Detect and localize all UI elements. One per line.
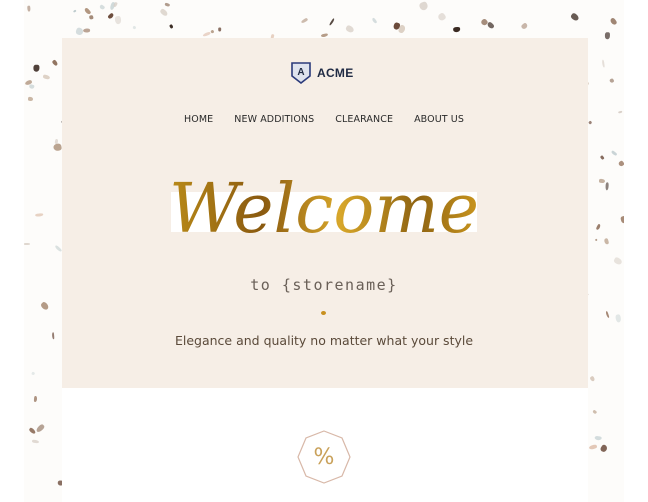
terrazzo-chip [371, 17, 378, 24]
terrazzo-chip [599, 154, 605, 160]
welcome-text: Welcome [171, 170, 477, 242]
nav-new-additions[interactable]: NEW ADDITIONS [234, 114, 314, 125]
terrazzo-chip [114, 15, 122, 25]
terrazzo-chip [569, 12, 580, 22]
terrazzo-chip [26, 5, 31, 12]
terrazzo-chip [107, 12, 115, 20]
terrazzo-chip [328, 17, 335, 26]
terrazzo-chip [210, 29, 215, 34]
terrazzo-chip [159, 7, 170, 17]
terrazzo-chip [452, 26, 461, 33]
terrazzo-chip [594, 238, 598, 242]
terrazzo-chip [419, 0, 430, 11]
nav-home[interactable]: HOME [184, 114, 213, 125]
terrazzo-chip [520, 22, 529, 30]
terrazzo-chip [617, 110, 623, 114]
terrazzo-chip [82, 28, 91, 33]
welcome-headline: Welcome [171, 170, 477, 242]
terrazzo-chip [88, 14, 94, 20]
terrazzo-chip [601, 60, 605, 68]
terrazzo-chip [598, 178, 606, 184]
shield-icon: A [291, 62, 311, 84]
terrazzo-chip [28, 427, 37, 435]
terrazzo-chip [113, 1, 119, 8]
terrazzo-chip [614, 314, 622, 324]
terrazzo-chip [345, 24, 355, 34]
discount-badge[interactable]: % [297, 430, 351, 484]
terrazzo-chip [53, 142, 63, 151]
terrazzo-chip [617, 159, 624, 167]
terrazzo-chip [588, 444, 598, 451]
terrazzo-chip [591, 409, 598, 415]
terrazzo-chip [84, 7, 92, 15]
terrazzo-chip [168, 24, 175, 30]
store-tagline: to {storename} [250, 276, 398, 294]
terrazzo-chip [72, 9, 77, 14]
terrazzo-chip [436, 11, 447, 23]
hero-subline: Elegance and quality no matter what your… [174, 333, 474, 348]
terrazzo-chip [28, 84, 35, 90]
nav-about-us[interactable]: ABOUT US [414, 114, 464, 125]
terrazzo-chip [32, 64, 40, 72]
terrazzo-chip [619, 216, 624, 224]
terrazzo-chip [605, 181, 609, 191]
terrazzo-chip [589, 375, 596, 382]
terrazzo-chip [609, 17, 618, 26]
brand-name: ACME [317, 66, 354, 80]
main-nav: HOME NEW ADDITIONS CLEARANCE ABOUT US [0, 114, 648, 125]
percent-icon: % [313, 444, 335, 470]
terrazzo-chip [31, 371, 35, 375]
terrazzo-chip [605, 310, 610, 319]
terrazzo-chip [218, 27, 222, 32]
terrazzo-chip [35, 423, 46, 433]
terrazzo-chip [596, 223, 602, 230]
terrazzo-chip [610, 150, 618, 156]
terrazzo-chip [24, 242, 30, 246]
terrazzo-chip [604, 32, 610, 40]
terrazzo-chip [132, 25, 136, 29]
terrazzo-chip [594, 435, 602, 441]
terrazzo-chip [202, 31, 211, 38]
terrazzo-chip [609, 77, 615, 84]
terrazzo-chip [599, 443, 609, 453]
terrazzo-chip [35, 212, 44, 217]
terrazzo-chip [51, 59, 59, 67]
terrazzo-chip [164, 2, 171, 7]
terrazzo-chip [28, 96, 34, 102]
logo-letter: A [297, 67, 304, 78]
terrazzo-chip [33, 396, 38, 403]
terrazzo-chip [602, 237, 609, 246]
terrazzo-chip [75, 26, 85, 36]
divider-dot [321, 311, 326, 315]
terrazzo-chip [39, 301, 50, 311]
terrazzo-chip [42, 74, 51, 80]
terrazzo-chip [31, 439, 40, 444]
nav-clearance[interactable]: CLEARANCE [335, 114, 393, 125]
terrazzo-chip [98, 4, 106, 11]
brand-logo[interactable]: A ACME [291, 62, 354, 84]
terrazzo-chip [300, 17, 309, 25]
terrazzo-chip [612, 256, 623, 266]
